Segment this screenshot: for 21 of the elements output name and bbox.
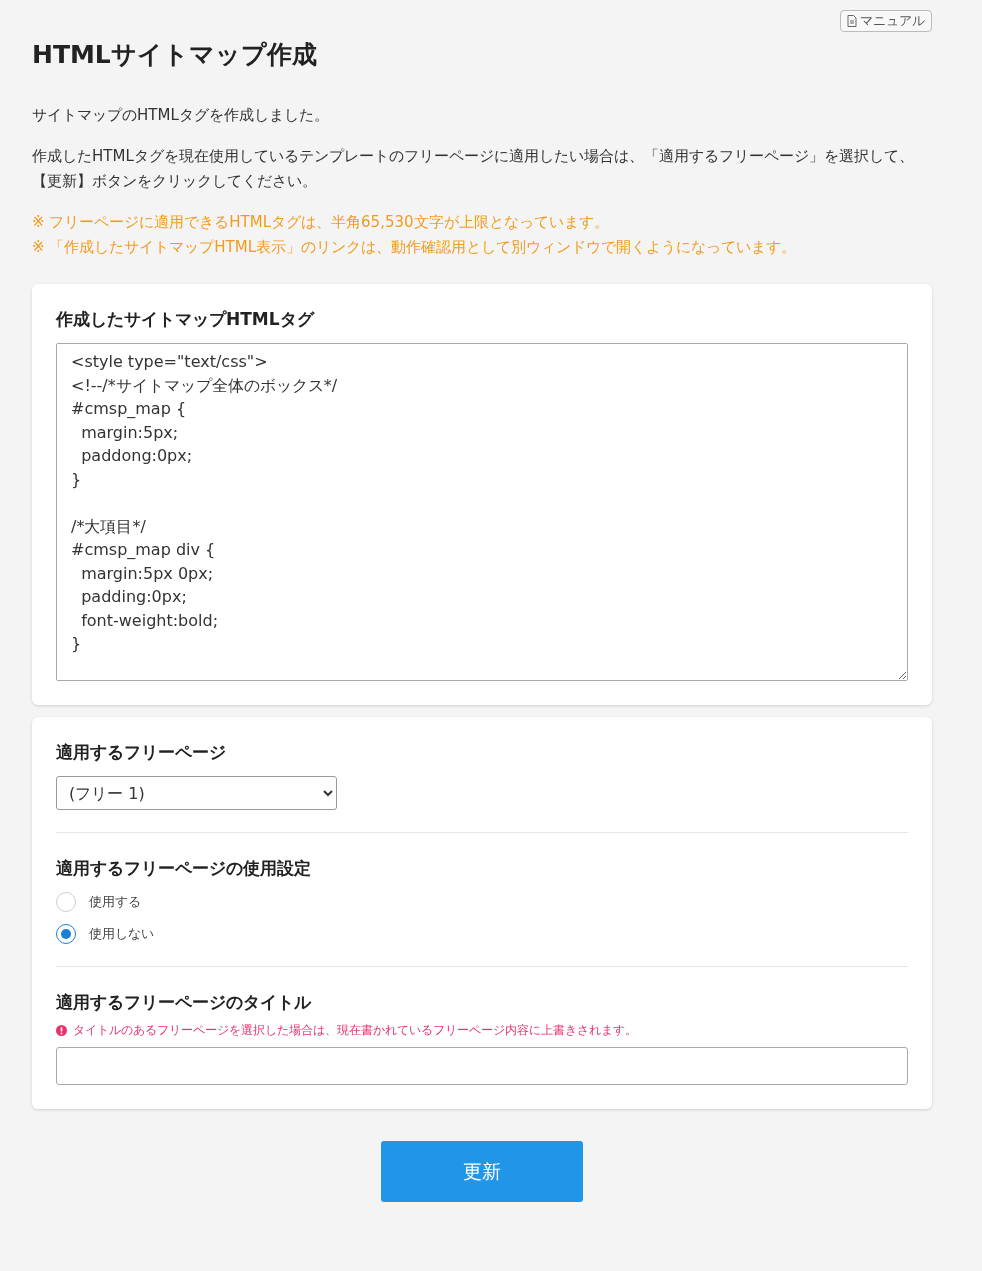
radio-label: 使用する bbox=[89, 893, 141, 911]
intro-text: 作成したHTMLタグを現在使用しているテンプレートのフリーページに適用したい場合は、「適用するフリーページ」を選択して、 bbox=[32, 146, 915, 167]
title-input-field[interactable] bbox=[56, 1047, 908, 1085]
document-icon bbox=[847, 15, 857, 27]
section-heading: 作成したサイトマップHTMLタグ bbox=[56, 308, 316, 331]
warning-text: タイトルのあるフリーページを選択した場合は、現在書かれているフリーページ内容に上書きされます。 bbox=[73, 1022, 637, 1039]
page-title: HTMLサイトマップ作成 bbox=[32, 39, 318, 71]
warning-icon bbox=[56, 1025, 67, 1036]
radio-button[interactable] bbox=[56, 924, 76, 944]
section-heading: 適用するフリーページのタイトル bbox=[56, 991, 313, 1014]
manual-button[interactable]: マニュアル bbox=[840, 10, 932, 32]
free-page-select[interactable]: (フリー 1) bbox=[56, 776, 337, 810]
intro-text: サイトマップのHTMLタグを作成しました。 bbox=[32, 105, 330, 126]
notice-text: ※ フリーページに適用できるHTMLタグは、半角65,530文字が上限となっています。 bbox=[32, 212, 610, 233]
radio-label: 使用しない bbox=[89, 925, 154, 943]
intro-text: 【更新】ボタンをクリックしてください。 bbox=[32, 171, 318, 192]
section-heading: 適用するフリーページ bbox=[56, 741, 227, 764]
radio-button[interactable] bbox=[56, 892, 76, 912]
section-heading: 適用するフリーページの使用設定 bbox=[56, 857, 312, 880]
html-code-field[interactable]: <style type="text/css"> <!--/*サイトマップ全体のボックス*/ #cmsp_map { margin:5px; paddong:0px; } /*大項目*/ #cmsp_map div { margin:5px 0px; padding:0px; font-weight:bold; } bbox=[56, 343, 908, 681]
notice-text: ※ 「作成したサイトマップHTML表示」のリンクは、動作確認用として別ウィンドウで開くようになっています。 bbox=[32, 237, 798, 258]
